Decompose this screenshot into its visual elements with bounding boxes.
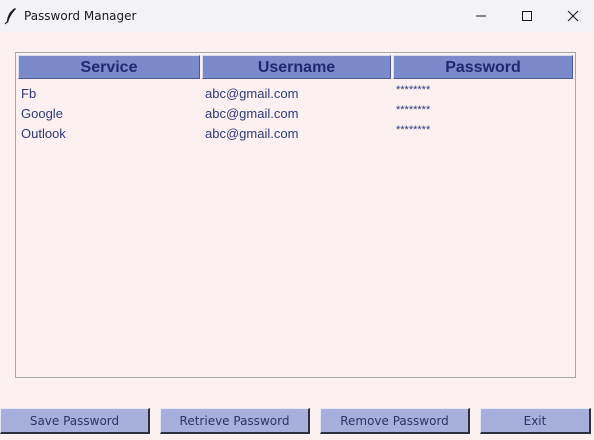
main-content: Service Username Password Fb abc@gmail.c… xyxy=(0,32,594,440)
service-cell: Google xyxy=(21,106,63,121)
minimize-icon xyxy=(476,15,486,17)
service-cell: Fb xyxy=(21,86,37,101)
save-password-button[interactable]: Save Password xyxy=(0,408,150,434)
password-cell: ******** xyxy=(396,84,431,96)
service-cell: Outlook xyxy=(21,126,66,141)
username-cell: abc@gmail.com xyxy=(205,126,299,141)
title-bar: Password Manager xyxy=(0,0,594,32)
column-header-username[interactable]: Username xyxy=(202,55,391,79)
exit-button[interactable]: Exit xyxy=(480,408,591,434)
close-button[interactable] xyxy=(550,0,594,32)
password-table[interactable]: Service Username Password Fb abc@gmail.c… xyxy=(15,52,576,378)
remove-password-button[interactable]: Remove Password xyxy=(320,408,470,434)
maximize-button[interactable] xyxy=(504,0,550,32)
username-cell: abc@gmail.com xyxy=(205,106,299,121)
maximize-icon xyxy=(522,11,532,21)
close-icon xyxy=(567,10,579,22)
window-title: Password Manager xyxy=(24,9,137,23)
column-header-password[interactable]: Password xyxy=(393,55,573,79)
password-cell: ******** xyxy=(396,104,431,116)
minimize-button[interactable] xyxy=(458,0,504,32)
feather-icon xyxy=(4,7,18,25)
password-cell: ******** xyxy=(396,124,431,136)
username-cell: abc@gmail.com xyxy=(205,86,299,101)
column-header-service[interactable]: Service xyxy=(18,55,200,79)
retrieve-password-button[interactable]: Retrieve Password xyxy=(160,408,310,434)
